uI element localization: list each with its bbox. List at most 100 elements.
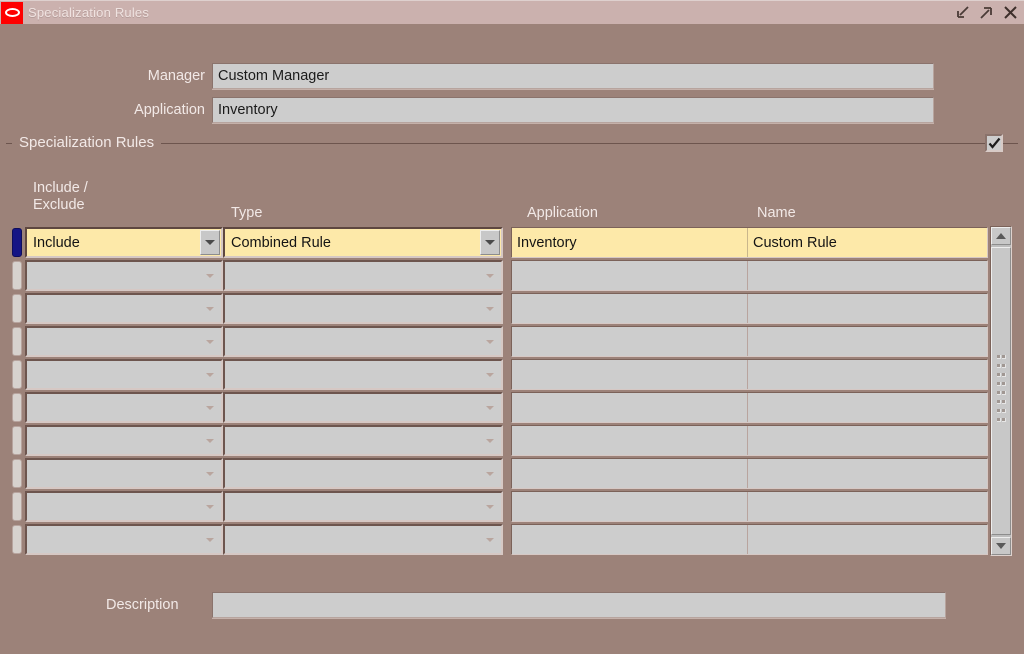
scroll-down-icon[interactable] [991, 537, 1011, 555]
include-exclude-dropdown-icon[interactable] [200, 362, 220, 387]
record-indicator[interactable] [12, 360, 22, 389]
application-cell[interactable] [512, 426, 748, 455]
name-cell[interactable] [748, 393, 987, 422]
table-row[interactable] [12, 424, 1012, 457]
type-cell[interactable] [223, 293, 503, 324]
specialization-rules-window: Specialization Rules Manager [0, 0, 1024, 654]
include-exclude-dropdown-icon[interactable] [200, 428, 220, 453]
type-cell[interactable] [223, 359, 503, 390]
table-row[interactable] [12, 292, 1012, 325]
include-exclude-dropdown-icon[interactable] [200, 296, 220, 321]
scrollbar-thumb[interactable] [991, 247, 1011, 535]
scrollbar-track[interactable] [991, 245, 1011, 537]
type-dropdown-icon[interactable] [480, 527, 500, 552]
include-exclude-cell[interactable]: Include [25, 227, 223, 258]
name-cell[interactable] [748, 327, 987, 356]
name-cell[interactable] [748, 459, 987, 488]
close-icon[interactable] [1003, 5, 1018, 20]
group-title: Specialization Rules [12, 134, 161, 151]
column-gap [503, 226, 511, 259]
include-exclude-cell[interactable] [25, 392, 223, 423]
name-cell[interactable] [748, 261, 987, 290]
include-exclude-cell[interactable] [25, 260, 223, 291]
include-exclude-dropdown-icon[interactable] [200, 494, 220, 519]
name-cell[interactable] [748, 426, 987, 455]
include-exclude-cell[interactable] [25, 359, 223, 390]
table-row[interactable] [12, 358, 1012, 391]
record-indicator[interactable] [12, 261, 22, 290]
include-exclude-cell[interactable] [25, 524, 223, 555]
type-cell[interactable]: Combined Rule [223, 227, 503, 258]
table-row[interactable]: IncludeCombined Rule InventoryCustom Rule [12, 226, 1012, 259]
type-cell[interactable] [223, 458, 503, 489]
include-exclude-cell[interactable] [25, 326, 223, 357]
type-dropdown-icon[interactable] [480, 461, 500, 486]
column-header-name: Name [757, 205, 796, 222]
application-cell[interactable] [512, 393, 748, 422]
record-indicator[interactable] [12, 327, 22, 356]
application-cell[interactable] [512, 360, 748, 389]
type-cell[interactable] [223, 425, 503, 456]
type-dropdown-icon[interactable] [480, 428, 500, 453]
table-row[interactable] [12, 391, 1012, 424]
type-dropdown-icon[interactable] [480, 230, 500, 255]
type-dropdown-icon[interactable] [480, 263, 500, 288]
type-dropdown-icon[interactable] [480, 329, 500, 354]
type-cell[interactable] [223, 524, 503, 555]
include-exclude-dropdown-icon[interactable] [200, 395, 220, 420]
name-cell[interactable] [748, 525, 987, 554]
type-dropdown-icon[interactable] [480, 296, 500, 321]
application-cell[interactable]: Inventory [512, 228, 748, 257]
application-cell[interactable] [512, 492, 748, 521]
group-checkbox[interactable] [985, 134, 1003, 152]
record-indicator[interactable] [12, 393, 22, 422]
include-exclude-dropdown-icon[interactable] [200, 461, 220, 486]
column-gap [503, 358, 511, 391]
type-cell[interactable] [223, 491, 503, 522]
name-cell[interactable] [748, 360, 987, 389]
include-exclude-dropdown-icon[interactable] [200, 527, 220, 552]
include-exclude-cell[interactable] [25, 491, 223, 522]
include-exclude-cell[interactable] [25, 293, 223, 324]
include-exclude-dropdown-icon[interactable] [200, 263, 220, 288]
record-indicator[interactable] [12, 459, 22, 488]
type-cell[interactable] [223, 392, 503, 423]
table-row[interactable] [12, 457, 1012, 490]
description-field[interactable] [212, 592, 946, 618]
grid-vertical-scrollbar[interactable] [990, 226, 1012, 556]
application-cell[interactable] [512, 525, 748, 554]
table-row[interactable] [12, 325, 1012, 358]
include-exclude-dropdown-icon[interactable] [200, 329, 220, 354]
type-dropdown-icon[interactable] [480, 395, 500, 420]
type-cell[interactable] [223, 326, 503, 357]
table-row[interactable] [12, 259, 1012, 292]
record-indicator[interactable] [12, 492, 22, 521]
type-cell[interactable] [223, 260, 503, 291]
include-exclude-dropdown-icon[interactable] [200, 230, 220, 255]
record-indicator[interactable] [12, 426, 22, 455]
application-name-cells: InventoryCustom Rule [511, 227, 988, 258]
type-dropdown-icon[interactable] [480, 494, 500, 519]
record-indicator[interactable] [12, 228, 22, 257]
application-cell[interactable] [512, 261, 748, 290]
record-indicator[interactable] [12, 294, 22, 323]
manager-field[interactable]: Custom Manager [212, 63, 934, 89]
table-row[interactable] [12, 490, 1012, 523]
name-cell[interactable]: Custom Rule [748, 228, 987, 257]
include-exclude-cell[interactable] [25, 458, 223, 489]
maximize-icon[interactable] [979, 5, 994, 20]
include-exclude-cell[interactable] [25, 425, 223, 456]
column-header-application: Application [527, 205, 598, 222]
type-dropdown-icon[interactable] [480, 362, 500, 387]
application-field[interactable]: Inventory [212, 97, 934, 123]
name-cell[interactable] [748, 294, 987, 323]
minimize-icon[interactable] [955, 5, 970, 20]
application-cell[interactable] [512, 294, 748, 323]
name-cell[interactable] [748, 492, 987, 521]
column-gap [503, 523, 511, 556]
application-cell[interactable] [512, 459, 748, 488]
scroll-up-icon[interactable] [991, 227, 1011, 245]
record-indicator[interactable] [12, 525, 22, 554]
application-cell[interactable] [512, 327, 748, 356]
table-row[interactable] [12, 523, 1012, 556]
